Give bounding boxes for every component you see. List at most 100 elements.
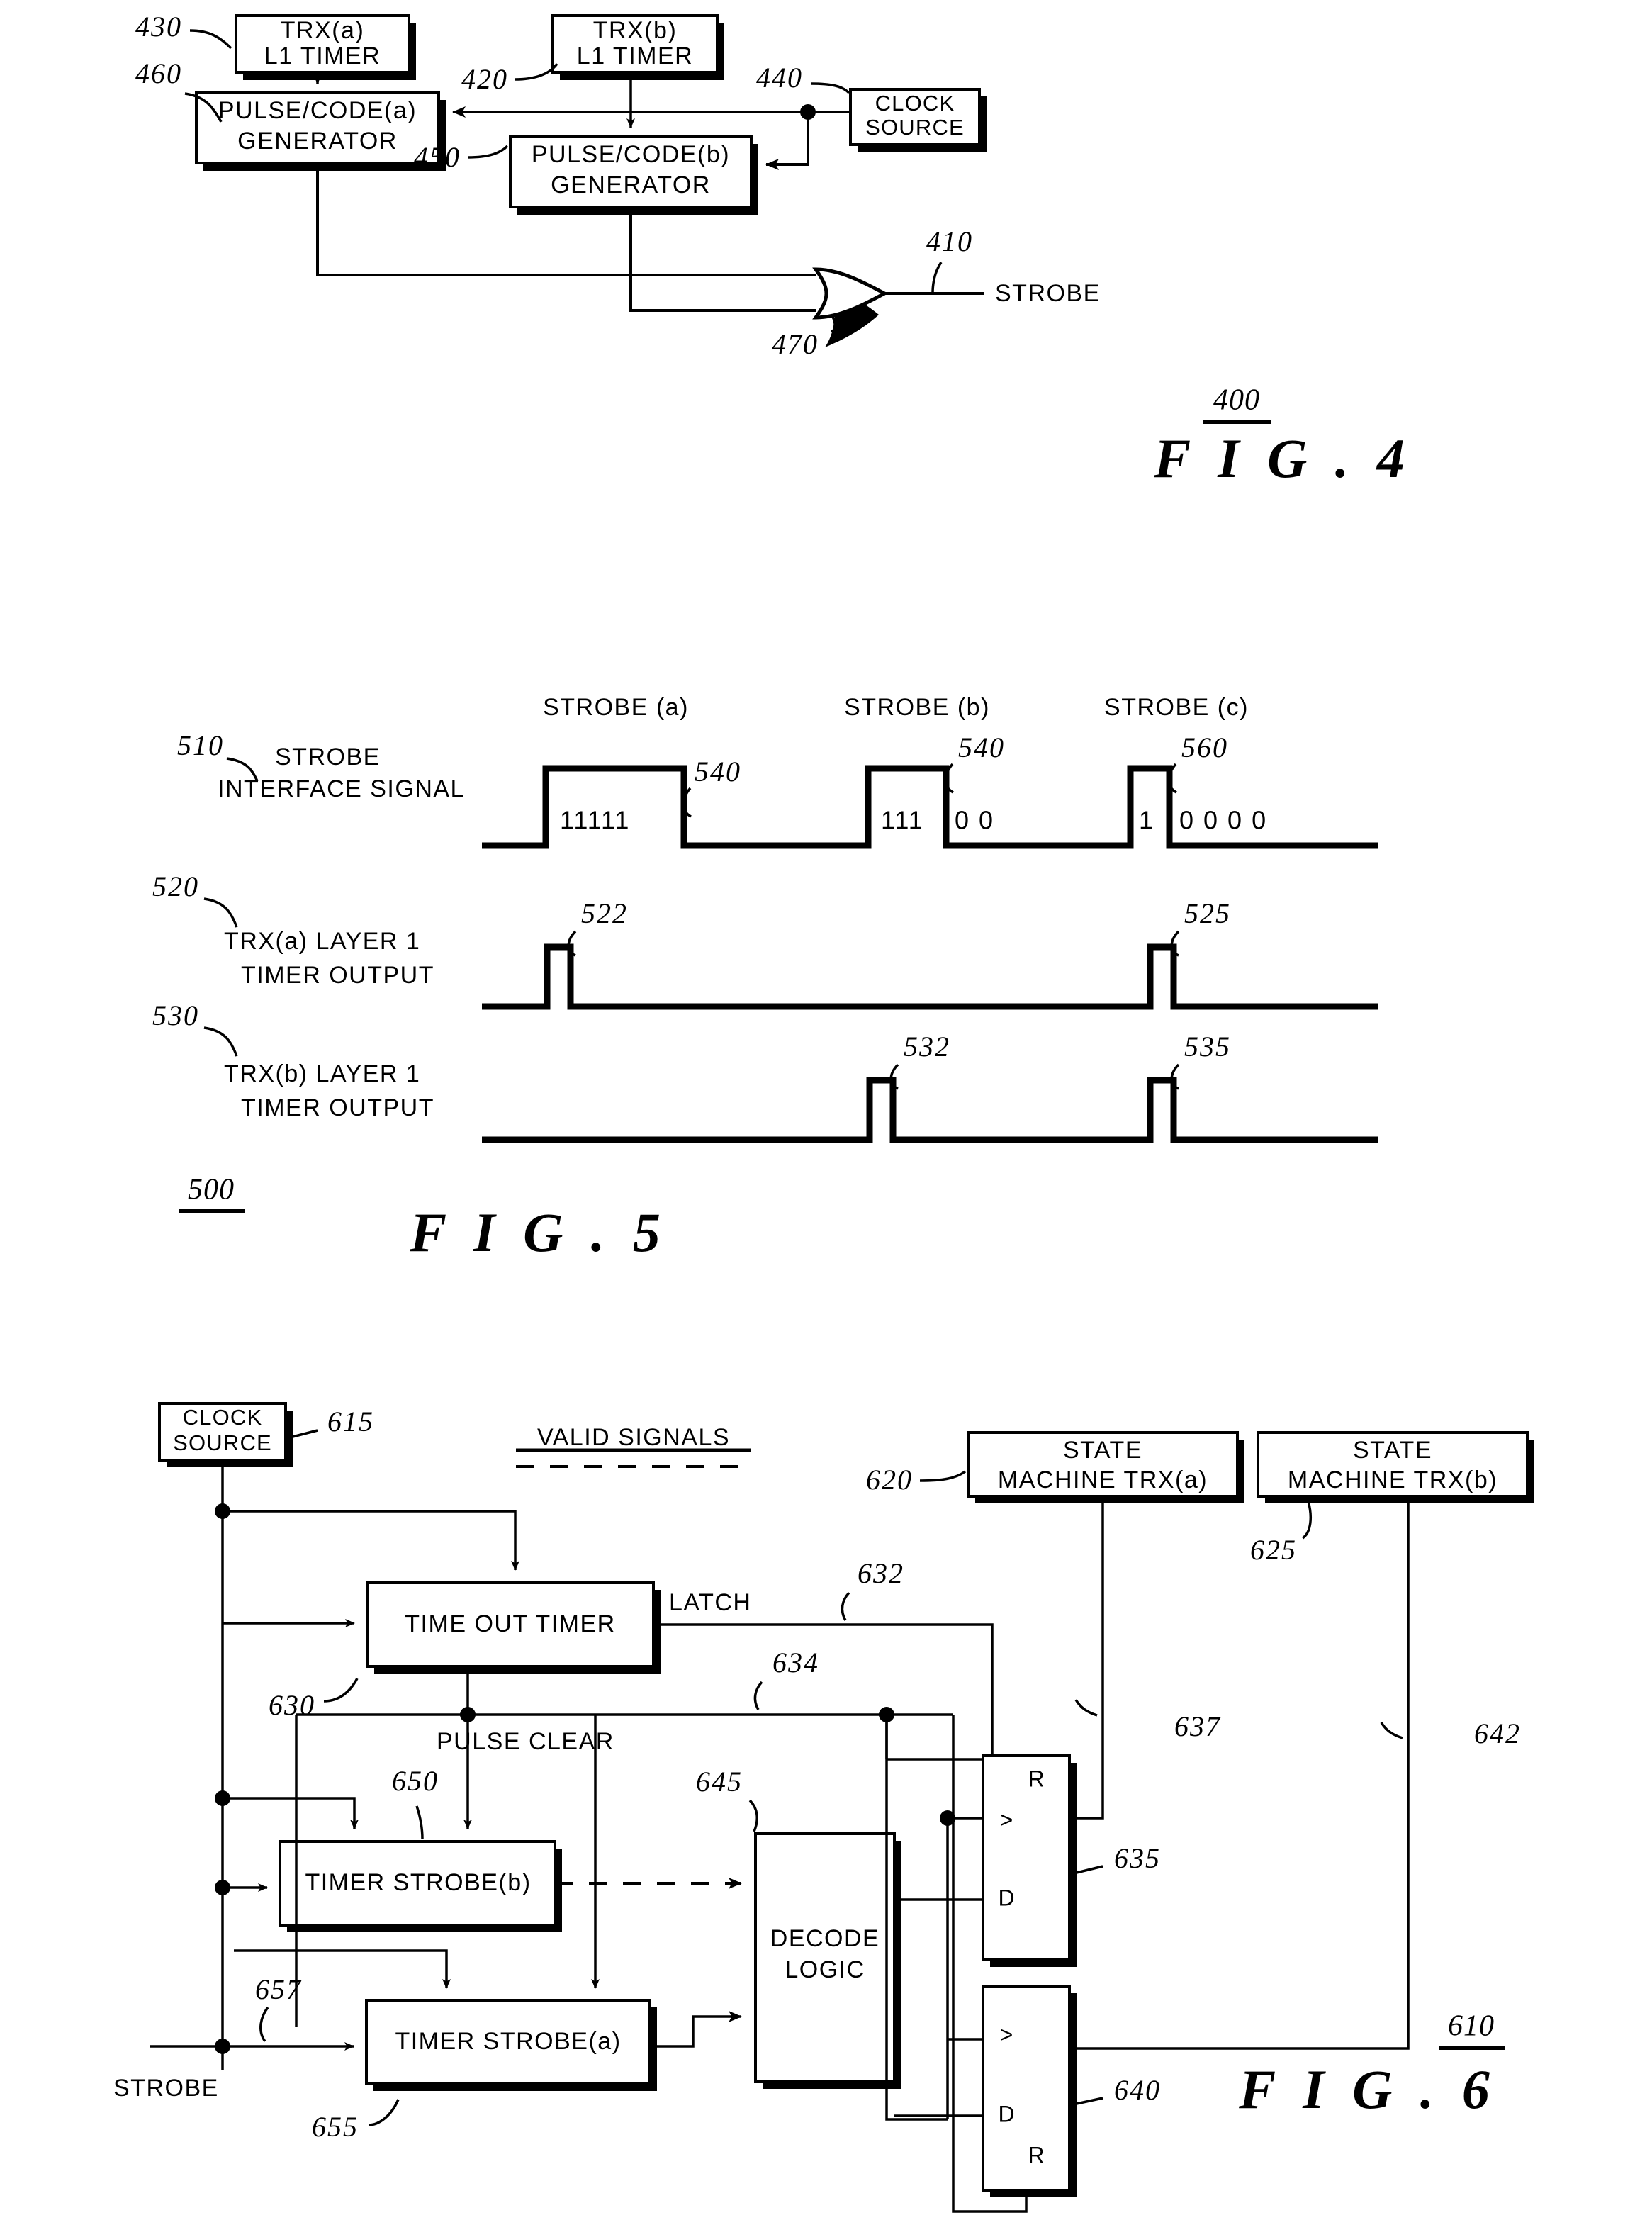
block-label-line2: GENERATOR [551,172,711,198]
leader-634 [753,1681,763,1710]
flipflop-pin-r-top: R [1028,1766,1044,1791]
block-label-line2: SOURCE [865,115,965,140]
figures-svg: TRX(a) L1 TIMER 430 TRX(b) L1 TIMER 420 … [113,11,1534,2213]
ref-620: 620 [866,1464,913,1496]
block-pulse-code-b-generator: PULSE/CODE(b) GENERATOR [509,135,758,215]
block-pulse-code-a-generator: PULSE/CODE(a) GENERATOR [195,91,446,171]
trace-label-line1: TRX(b) LAYER 1 [224,1060,420,1087]
ref-440: 440 [756,62,803,94]
flipflop-pin-d: D [998,2101,1014,2126]
trace-label-line1: STROBE [275,744,381,770]
fig5-number: 500 [188,1174,235,1206]
ref-640: 640 [1114,2074,1161,2106]
leader-655 [368,2099,400,2126]
block-label-line2: MACHINE TRX(b) [1288,1467,1498,1493]
block-label-line1: TIMER STROBE(a) [395,2028,621,2055]
ref-540-b: 540 [958,731,1005,763]
leader-635 [1076,1865,1103,1874]
latch-label: LATCH [669,1589,751,1616]
trace-strobe-interface-signal: 510 STROBE INTERFACE SIGNAL 11111 111 0 … [177,729,1378,849]
block-decode-logic: DECODE LOGIC [754,1832,901,2089]
pulse-clear-label: PULSE CLEAR [437,1728,614,1755]
ref-420: 420 [461,63,508,95]
wire-ff-lower-to-sm-b [1069,1496,1410,2050]
ref-615: 615 [327,1406,374,1437]
leader-535 [1170,1063,1180,1090]
wire-genb-to-orgate [629,207,816,312]
bits-group-a-inside: 11111 [560,806,630,835]
patent-drawing-sheet: TRX(a) L1 TIMER 430 TRX(b) L1 TIMER 420 … [0,0,1652,2220]
leader-620 [919,1470,967,1482]
leader-520 [203,897,238,928]
bits-group-c-outside: 0 0 0 0 [1179,806,1267,835]
ref-655: 655 [312,2111,359,2143]
ref-520: 520 [152,870,199,902]
leader-625 [1301,1501,1313,1540]
strobe-input-label: STROBE [113,2075,219,2102]
leader-522 [567,930,577,957]
bits-group-b-outside: 0 0 [955,806,994,835]
ref-625: 625 [1250,1534,1297,1566]
bits-group-b-inside: 111 [881,806,924,835]
block-label-line1: PULSE/CODE(b) [532,141,730,168]
ref-645: 645 [696,1766,743,1798]
leader-642 [1380,1722,1403,1739]
fig4-number: 400 [1213,384,1260,417]
block-label-line1: CLOCK [183,1405,263,1430]
trx-a-timer-waveform [482,943,1378,1010]
valid-signals-legend: VALID SIGNALS [537,1424,730,1451]
leader-430 [189,29,232,50]
leader-470 [831,316,836,332]
block-clock-source-fig6: CLOCK SOURCE [158,1402,293,1467]
ref-642: 642 [1474,1717,1521,1749]
leader-615 [292,1429,318,1438]
trace-label-line1: TRX(a) LAYER 1 [224,928,420,955]
figure-4: TRX(a) L1 TIMER 430 TRX(b) L1 TIMER 420 … [135,11,1405,489]
block-label-line2: GENERATOR [237,128,398,155]
ref-470: 470 [772,328,819,360]
leader-420 [515,62,558,81]
ref-630: 630 [269,1689,315,1721]
leader-645 [748,1799,759,1832]
ref-510: 510 [177,729,224,761]
ref-650: 650 [392,1765,439,1797]
leader-637 [1074,1699,1098,1717]
block-trx-b-l1-timer: TRX(b) L1 TIMER [551,14,724,80]
ref-560: 560 [1181,731,1228,763]
fig5-label: F I G . 5 [409,1201,668,1263]
wire-clock-to-timerstrobeb-top [223,1797,359,1829]
block-label-line2: L1 TIMER [264,43,381,69]
block-label-line1: STATE [1063,1437,1142,1464]
ref-632: 632 [858,1557,904,1589]
leader-450 [467,145,509,159]
trace-label-line2: TIMER OUTPUT [241,1094,434,1121]
or-gate [812,267,889,347]
block-label-line2: MACHINE TRX(a) [998,1467,1208,1493]
wire-latch [661,1623,994,1756]
ref-540-a: 540 [695,756,741,787]
ref-635: 635 [1114,1842,1161,1874]
block-state-machine-trx-a: STATE MACHINE TRX(a) [967,1431,1244,1503]
ref-430: 430 [135,11,182,43]
ref-525: 525 [1184,897,1231,929]
ref-637: 637 [1174,1710,1221,1742]
fig6-label: F I G . 6 [1238,2058,1497,2120]
ref-530: 530 [152,999,199,1031]
leader-650 [415,1805,424,1840]
block-label-line2: LOGIC [785,1956,865,1983]
trace-trx-a-layer1-timer-output: 520 TRX(a) LAYER 1 TIMER OUTPUT 522 525 [152,870,1378,1010]
ref-522: 522 [581,897,628,929]
trace-trx-b-layer1-timer-output: 530 TRX(b) LAYER 1 TIMER OUTPUT 532 535 [152,999,1378,1143]
ref-657: 657 [255,1973,302,2005]
leader-640 [1076,2097,1103,2105]
leader-410 [931,262,943,294]
block-label-line1: PULSE/CODE(a) [218,97,417,124]
fig6-number: 610 [1448,2010,1495,2043]
leader-532 [889,1063,899,1090]
figure-6: CLOCK SOURCE 615 VALID SIGNALS STATE MAC… [113,1402,1534,2213]
ref-460: 460 [135,57,182,89]
flipflop-pin-clock: > [1000,2022,1013,2047]
wire-clock-to-timeout-timer [223,1510,519,1571]
block-state-machine-trx-b: STATE MACHINE TRX(b) [1257,1431,1534,1503]
ref-410: 410 [926,225,973,257]
